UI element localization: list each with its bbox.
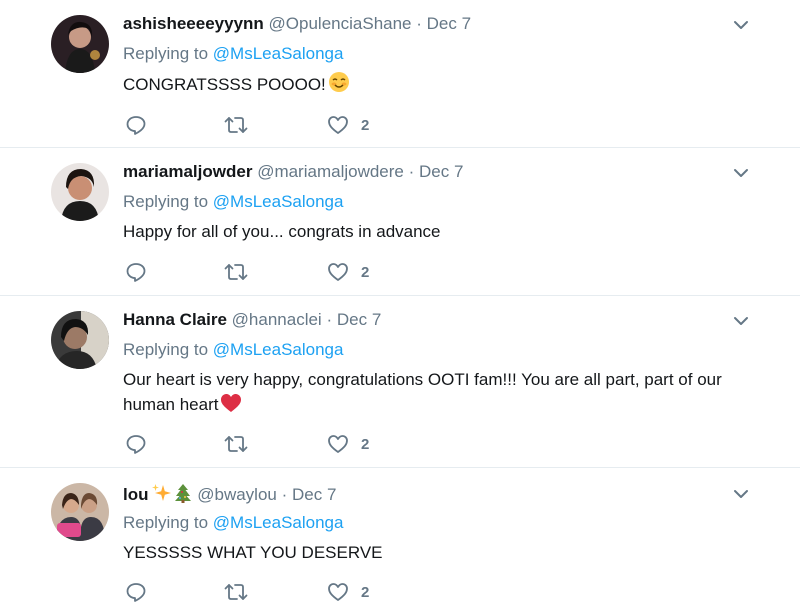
retweet-icon <box>224 584 248 600</box>
avatar[interactable] <box>51 483 109 541</box>
chevron-down-icon[interactable] <box>732 16 750 34</box>
like-count: 2 <box>361 435 370 453</box>
tweet[interactable]: mariamaljowder @mariamaljowdere · Dec 7 … <box>0 148 800 295</box>
user-handle[interactable]: @mariamaljowdere <box>257 162 404 181</box>
display-name[interactable]: ashisheeeeyyynn <box>123 14 264 33</box>
mention-link[interactable]: @MsLeaSalonga <box>213 340 344 359</box>
tweet-text: YESSSSS WHAT YOU DESERVE <box>123 543 383 562</box>
tweet-text: Happy for all of you... congrats in adva… <box>123 222 441 241</box>
retweet-button[interactable] <box>224 433 248 455</box>
mention-link[interactable]: @MsLeaSalonga <box>213 44 344 63</box>
mention-link[interactable]: @MsLeaSalonga <box>213 513 344 532</box>
avatar[interactable] <box>51 163 109 221</box>
replying-to-label: Replying to <box>123 340 209 359</box>
like-icon <box>328 435 348 453</box>
replying-to-label: Replying to <box>123 513 209 532</box>
tweet-date[interactable]: Dec 7 <box>419 162 463 181</box>
like-count: 2 <box>361 116 370 134</box>
reply-icon <box>126 583 146 602</box>
reply-icon <box>126 263 146 282</box>
display-name[interactable]: mariamaljowder <box>123 162 252 181</box>
sparkles-emoji <box>151 483 171 508</box>
chevron-down-icon[interactable] <box>732 312 750 330</box>
retweet-button[interactable] <box>224 261 248 283</box>
display-name[interactable]: lou <box>123 485 149 504</box>
like-count: 2 <box>361 263 370 281</box>
like-button[interactable]: 2 <box>327 433 369 455</box>
user-handle[interactable]: @hannaclei <box>232 310 322 329</box>
retweet-icon <box>224 117 248 133</box>
tweet-text: CONGRATSSSS POOOO! <box>123 75 326 94</box>
like-icon <box>328 583 348 601</box>
tweet[interactable]: lou @bwaylou · Dec 7 Replying to @MsLeaS… <box>0 468 800 610</box>
like-count: 2 <box>361 583 370 601</box>
chevron-down-icon[interactable] <box>732 164 750 182</box>
reply-icon <box>126 435 146 454</box>
reply-icon <box>126 116 146 135</box>
separator-dot: · <box>416 14 422 33</box>
user-handle[interactable]: @bwaylou <box>197 485 277 504</box>
tweet-date[interactable]: Dec 7 <box>337 310 381 329</box>
like-icon <box>328 263 348 281</box>
display-name[interactable]: Hanna Claire <box>123 310 227 329</box>
tweet-text: Our heart is very happy, congratulations… <box>123 370 722 414</box>
replying-to-label: Replying to <box>123 192 209 211</box>
tweet-date[interactable]: Dec 7 <box>427 14 471 33</box>
separator-dot: · <box>408 162 415 181</box>
retweet-button[interactable] <box>224 581 248 603</box>
reply-button[interactable] <box>125 581 147 603</box>
reply-button[interactable] <box>125 114 147 136</box>
christmas-tree-emoji <box>173 483 193 508</box>
like-button[interactable]: 2 <box>327 581 369 603</box>
retweet-icon <box>224 436 248 452</box>
smiling-blush-emoji <box>328 71 350 100</box>
reply-button[interactable] <box>125 433 147 455</box>
reply-button[interactable] <box>125 261 147 283</box>
replying-to-label: Replying to <box>123 44 209 63</box>
red-heart-emoji <box>220 393 242 420</box>
tweet-date[interactable]: Dec 7 <box>292 485 336 504</box>
separator-dot: · <box>326 310 333 329</box>
tweet[interactable]: ashisheeeeyyynn @OpulenciaShane · Dec 7 … <box>0 0 800 147</box>
avatar[interactable] <box>51 311 109 369</box>
tweet[interactable]: Hanna Claire @hannaclei · Dec 7 Replying… <box>0 296 800 467</box>
chevron-down-icon[interactable] <box>732 485 750 503</box>
mention-link[interactable]: @MsLeaSalonga <box>213 192 344 211</box>
like-button[interactable]: 2 <box>327 261 369 283</box>
like-icon <box>328 116 348 134</box>
avatar[interactable] <box>51 15 109 73</box>
user-handle[interactable]: @OpulenciaShane <box>269 14 412 33</box>
retweet-icon <box>224 264 248 280</box>
retweet-button[interactable] <box>224 114 248 136</box>
separator-dot: · <box>281 485 288 504</box>
like-button[interactable]: 2 <box>327 114 369 136</box>
